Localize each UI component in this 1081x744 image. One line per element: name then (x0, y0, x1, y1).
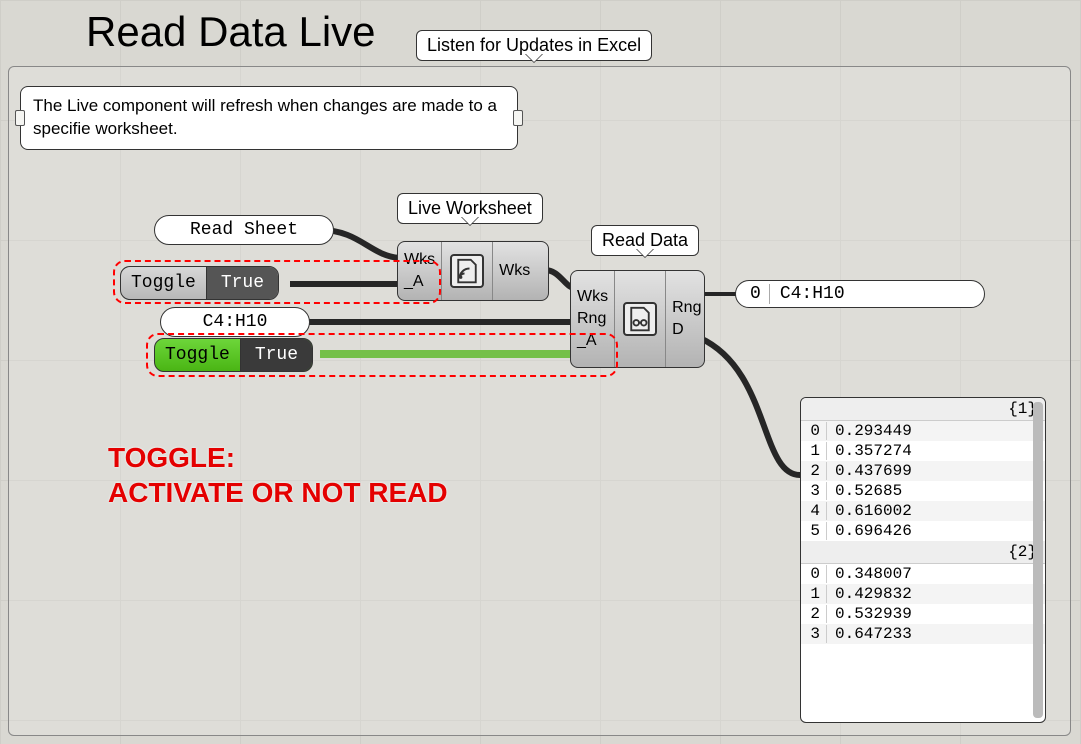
data-row-index: 3 (801, 482, 827, 500)
data-row-value: 0.647233 (827, 625, 912, 643)
out-val: C4:H10 (770, 284, 845, 304)
data-row: 20.437699 (801, 461, 1045, 481)
data-row-value: 0.293449 (827, 422, 912, 440)
data-row-value: 0.616002 (827, 502, 912, 520)
data-row-index: 0 (801, 565, 827, 583)
data-row: 30.647233 (801, 624, 1045, 644)
output-wks[interactable]: Wks (499, 260, 530, 282)
range-text: C4:H10 (203, 312, 268, 332)
description-text: The Live component will refresh when cha… (33, 96, 497, 138)
data-row: 00.348007 (801, 564, 1045, 584)
data-row-value: 0.52685 (827, 482, 902, 500)
read-sheet-panel[interactable]: Read Sheet (154, 215, 334, 245)
outputs-col: Rng D (665, 271, 707, 367)
data-row: 30.52685 (801, 481, 1045, 501)
glasses-sheet-icon (623, 302, 657, 336)
output-range-panel[interactable]: 0 C4:H10 (735, 280, 985, 308)
data-row-value: 0.532939 (827, 605, 912, 623)
data-row: 20.532939 (801, 604, 1045, 624)
data-row-index: 2 (801, 462, 827, 480)
data-row: 00.293449 (801, 421, 1045, 441)
data-row: 40.616002 (801, 501, 1045, 521)
highlight-box (146, 333, 618, 377)
data-row: 10.429832 (801, 584, 1045, 604)
data-row-index: 0 (801, 422, 827, 440)
data-row-value: 0.357274 (827, 442, 912, 460)
component-icon-cell (615, 271, 665, 367)
data-row-index: 1 (801, 585, 827, 603)
data-output-panel[interactable]: {1}00.29344910.35727420.43769930.5268540… (800, 397, 1046, 723)
annotation-text: TOGGLE: ACTIVATE OR NOT READ (108, 440, 448, 510)
live-worksheet-tag[interactable]: Live Worksheet (397, 193, 543, 224)
component-icon-cell (442, 242, 492, 300)
data-row-index: 4 (801, 502, 827, 520)
data-row-value: 0.696426 (827, 522, 912, 540)
outputs-col: Wks (492, 242, 536, 300)
grip-icon (15, 110, 25, 126)
read-data-tag[interactable]: Read Data (591, 225, 699, 256)
read-sheet-text: Read Sheet (190, 220, 298, 240)
data-row: 50.696426 (801, 521, 1045, 541)
tag-text: Read Data (602, 230, 688, 250)
group-label-text: Listen for Updates in Excel (427, 35, 641, 55)
data-row-index: 2 (801, 605, 827, 623)
data-row-index: 3 (801, 625, 827, 643)
highlight-box (113, 260, 441, 304)
data-row-value: 0.348007 (827, 565, 912, 583)
output-rng[interactable]: Rng (672, 297, 701, 319)
input-rng[interactable]: Rng (577, 308, 608, 330)
tag-text: Live Worksheet (408, 198, 532, 218)
canvas-title: Read Data Live (86, 8, 376, 56)
input-wks[interactable]: Wks (577, 286, 608, 308)
data-row: 10.357274 (801, 441, 1045, 461)
out-idx: 0 (742, 284, 770, 304)
data-path-header: {1} (801, 398, 1045, 421)
data-row-value: 0.429832 (827, 585, 912, 603)
data-row-index: 5 (801, 522, 827, 540)
data-row-index: 1 (801, 442, 827, 460)
description-scribble[interactable]: The Live component will refresh when cha… (20, 86, 518, 150)
group-label-tag[interactable]: Listen for Updates in Excel (416, 30, 652, 61)
grip-icon (513, 110, 523, 126)
data-path-header: {2} (801, 541, 1045, 564)
data-row-value: 0.437699 (827, 462, 912, 480)
rss-sheet-icon (450, 254, 484, 288)
scrollbar[interactable] (1033, 402, 1043, 718)
output-d[interactable]: D (672, 319, 701, 341)
